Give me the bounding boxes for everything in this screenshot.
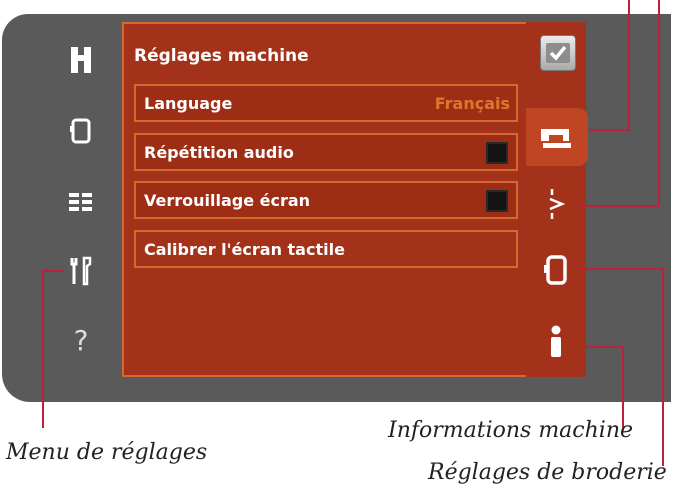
help-icon[interactable]: ? — [46, 316, 116, 364]
screen-lock-row[interactable]: Verrouillage écran — [134, 181, 518, 219]
tab-sewing-settings[interactable] — [526, 170, 586, 238]
calibrate-touchscreen-row[interactable]: Calibrer l'écran tactile — [134, 230, 518, 268]
screen-lock-label: Verrouillage écran — [144, 190, 311, 210]
caption-settings-menu: Menu de réglages — [6, 440, 208, 465]
audio-repeat-label: Répétition audio — [144, 142, 294, 162]
caption-embroidery-settings: Réglages de broderie — [428, 460, 667, 485]
list-icon[interactable] — [46, 178, 116, 226]
callout-line — [42, 270, 64, 272]
caption-machine-info: Informations machine — [388, 418, 634, 443]
checkmark-icon — [546, 43, 570, 63]
callout-line — [658, 0, 660, 207]
panel-title: Réglages machine — [134, 46, 309, 66]
callout-line — [586, 346, 624, 348]
audio-repeat-row[interactable]: Répétition audio — [134, 133, 518, 171]
needle-icon[interactable] — [46, 36, 116, 84]
hoop-icon — [544, 255, 567, 285]
hoop-icon[interactable] — [46, 106, 116, 154]
callout-line — [662, 268, 664, 466]
left-toolbar: ? — [46, 22, 116, 387]
language-row[interactable]: Language Français — [134, 84, 518, 122]
callout-line — [622, 346, 624, 428]
sewing-machine-icon — [541, 129, 571, 148]
language-label: Language — [144, 93, 233, 113]
screen-lock-checkbox[interactable] — [486, 190, 508, 212]
callout-line — [42, 270, 44, 428]
tab-machine-info[interactable] — [526, 308, 586, 376]
callout-line — [628, 0, 630, 131]
language-value: Français — [434, 93, 510, 113]
stitch-icon — [549, 189, 566, 219]
callout-line — [578, 268, 664, 270]
audio-repeat-checkbox[interactable] — [486, 142, 508, 164]
tab-embroidery-settings[interactable] — [526, 236, 586, 304]
checkmark-button[interactable] — [540, 35, 576, 71]
tab-machine-settings[interactable] — [526, 104, 586, 172]
callout-line — [578, 205, 660, 207]
callout-line — [589, 129, 629, 131]
info-icon — [551, 325, 561, 357]
calibrate-touchscreen-label: Calibrer l'écran tactile — [144, 239, 345, 259]
